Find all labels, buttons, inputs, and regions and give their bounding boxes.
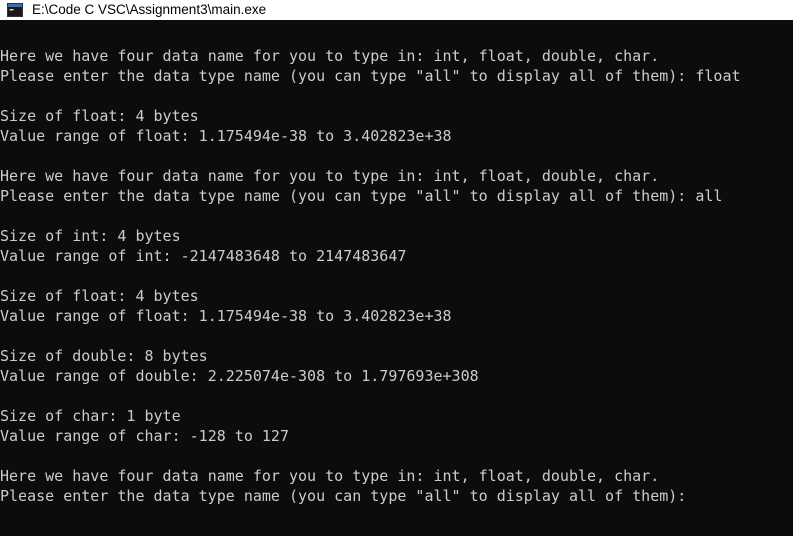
title-bar[interactable]: E:\Code C VSC\Assignment3\main.exe (0, 0, 793, 20)
console-line: Value range of float: 1.175494e-38 to 3.… (0, 307, 452, 325)
console-output[interactable]: Here we have four data name for you to t… (0, 46, 793, 536)
console-window[interactable]: E:\Code C VSC\Assignment3\main.exe Here … (0, 0, 793, 536)
window-title: E:\Code C VSC\Assignment3\main.exe (32, 2, 267, 17)
console-app-icon (7, 3, 23, 17)
console-line: Value range of int: -2147483648 to 21474… (0, 247, 407, 265)
console-line: Size of char: 1 byte (0, 407, 181, 425)
console-line: Size of float: 4 bytes (0, 107, 199, 125)
console-line: Here we have four data name for you to t… (0, 167, 660, 185)
console-line: Value range of char: -128 to 127 (0, 427, 289, 445)
console-line: Here we have four data name for you to t… (0, 47, 660, 65)
console-line: Size of int: 4 bytes (0, 227, 181, 245)
console-line: Please enter the data type name (you can… (0, 487, 696, 505)
console-line: Here we have four data name for you to t… (0, 467, 660, 485)
console-line: Size of double: 8 bytes (0, 347, 208, 365)
console-line: Please enter the data type name (you can… (0, 67, 741, 85)
console-line: Size of float: 4 bytes (0, 287, 199, 305)
console-line: Value range of double: 2.225074e-308 to … (0, 367, 479, 385)
console-line: Value range of float: 1.175494e-38 to 3.… (0, 127, 452, 145)
console-line: Please enter the data type name (you can… (0, 187, 723, 205)
